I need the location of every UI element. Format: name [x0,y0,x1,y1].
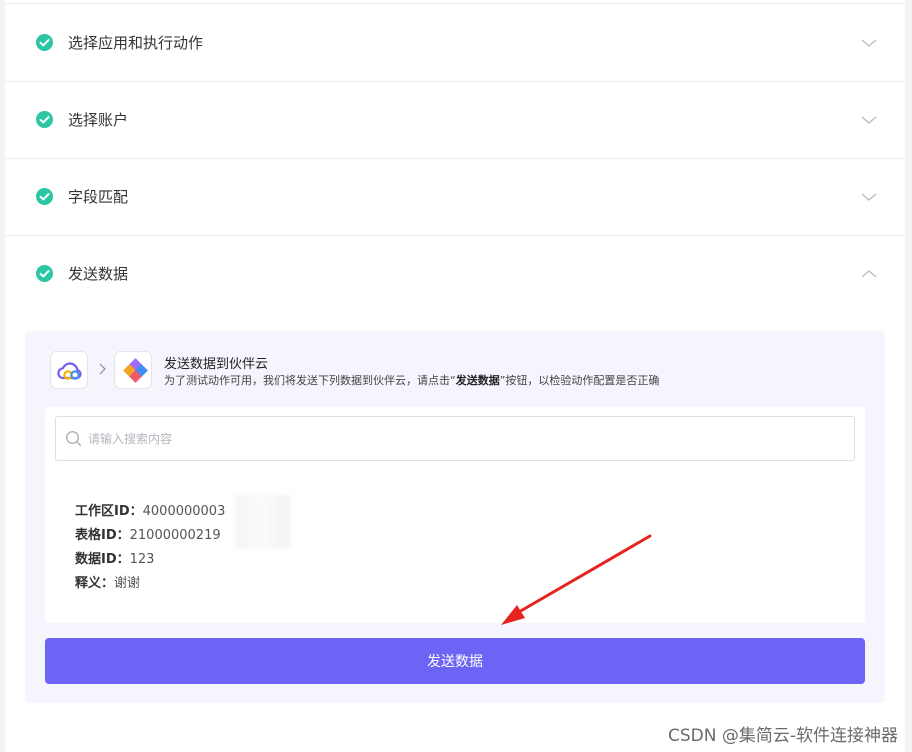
field-table-id: 表格ID：21000000219 [75,528,221,543]
step-title: 发送数据 [68,265,129,283]
send-data-section: 发送数据到伙伴云 为了测试动作可用，我们将发送下列数据到伙伴云，请点击“发送数据… [25,331,885,703]
chevron-right-icon [99,363,106,375]
step-select-account[interactable]: 选择账户 [5,81,905,159]
send-title: 发送数据到伙伴云 [164,357,269,372]
chevron-up-icon[interactable] [861,266,877,282]
check-circle-icon [36,265,53,282]
step-title: 选择账户 [68,111,129,129]
check-circle-icon [36,111,53,128]
cloud-logo-icon [50,351,88,389]
step-title: 选择应用和执行动作 [68,34,204,52]
workflow-panel: 选择应用和执行动作 选择账户 字段匹配 发送数据 发送数据到伙伴云 为了测试动作… [5,0,905,752]
search-box[interactable] [55,416,855,461]
chevron-down-icon[interactable] [861,112,877,128]
check-circle-icon [36,34,53,51]
step-field-mapping[interactable]: 字段匹配 [5,158,905,236]
data-preview-card: 工作区ID：4000000003 表格ID：21000000219 数据ID：1… [45,407,865,623]
step-title: 字段匹配 [68,188,129,206]
search-input[interactable] [86,427,830,451]
watermark: CSDN @集简云-软件连接神器 [667,726,898,746]
check-circle-icon [36,188,53,205]
search-icon [65,430,82,447]
chevron-down-icon[interactable] [861,189,877,205]
redaction-blur [235,495,290,549]
chevron-down-icon[interactable] [861,35,877,51]
field-data-id: 数据ID：123 [75,552,155,567]
step-select-app-action[interactable]: 选择应用和执行动作 [5,4,905,82]
field-workspace-id: 工作区ID：4000000003 [75,504,226,519]
send-data-button[interactable]: 发送数据 [45,638,865,684]
diamond-app-icon [114,351,152,389]
data-field-list: 工作区ID：4000000003 表格ID：21000000219 数据ID：1… [75,500,225,596]
step-send-data[interactable]: 发送数据 [5,235,905,312]
send-description: 为了测试动作可用，我们将发送下列数据到伙伴云，请点击“发送数据”按钮，以检验动作… [164,374,660,387]
send-description-bold: 发送数据 [455,374,500,387]
field-remark: 释义：谢谢 [75,576,141,591]
